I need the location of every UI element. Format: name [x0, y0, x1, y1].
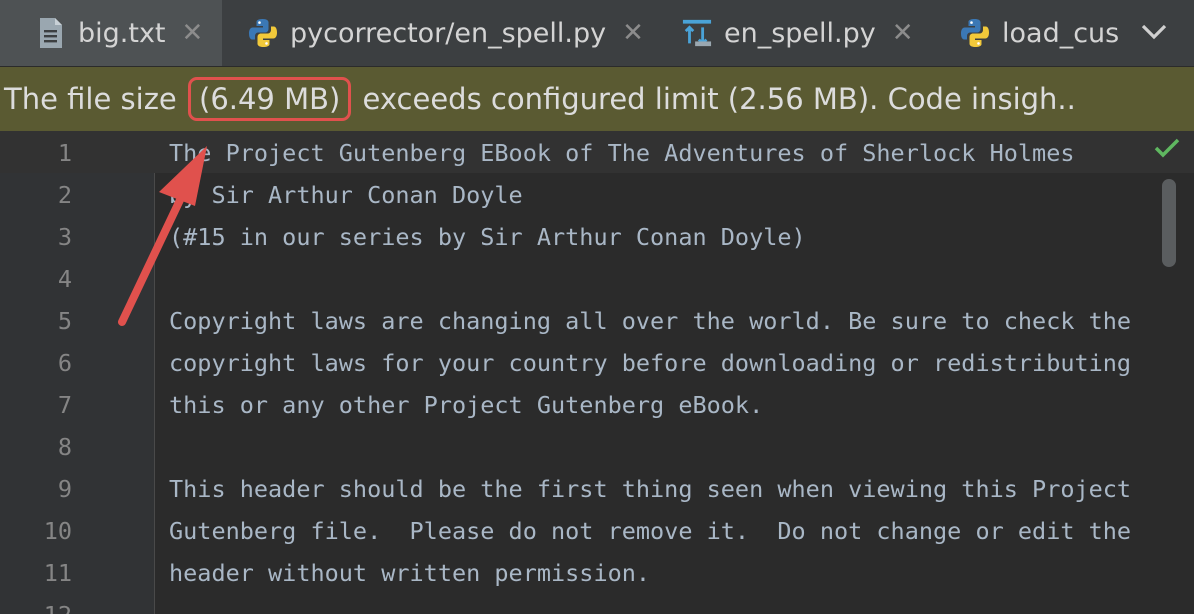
- line-number: 5: [57, 307, 72, 335]
- editor-line[interactable]: 4: [0, 257, 1194, 299]
- line-number: 4: [57, 265, 72, 293]
- editor-line[interactable]: 9 This header should be the first thing s…: [0, 467, 1194, 509]
- chevron-down-icon[interactable]: [1140, 18, 1168, 50]
- tab-label: load_cus: [1002, 17, 1120, 49]
- line-text: this or any other Project Gutenberg eBoo…: [169, 391, 764, 419]
- banner-suffix: exceeds configured limit (2.56 MB). Code…: [353, 82, 1076, 116]
- line-number: 11: [43, 559, 72, 587]
- line-number: 3: [57, 223, 72, 251]
- close-icon[interactable]: ✕: [622, 18, 644, 48]
- file-size-warning-banner: The file size (6.49 MB) exceeds configur…: [0, 67, 1194, 131]
- editor-tab-bar: big.txt ✕ pycorrector/en_spell.py ✕ en_s…: [0, 0, 1194, 67]
- line-number: 1: [57, 139, 72, 167]
- line-number: 10: [43, 517, 72, 545]
- editor-line[interactable]: 12: [0, 593, 1194, 614]
- checkmark-icon: [1154, 137, 1180, 163]
- tab-load-cus[interactable]: load_cus: [938, 0, 1128, 66]
- editor-line[interactable]: 2 by Sir Arthur Conan Doyle: [0, 173, 1194, 215]
- editor-line[interactable]: 6 copyright laws for your country before …: [0, 341, 1194, 383]
- line-text: The Project Gutenberg EBook of The Adven…: [169, 139, 1075, 167]
- editor-line[interactable]: 5 Copyright laws are changing all over th…: [0, 299, 1194, 341]
- editor-line[interactable]: 3 (#15 in our series by Sir Arthur Conan …: [0, 215, 1194, 257]
- tab-label: big.txt: [78, 17, 166, 49]
- tab-en-spell[interactable]: en_spell.py ✕: [660, 0, 938, 66]
- editor-line[interactable]: 8: [0, 425, 1194, 467]
- banner-prefix: The file size: [4, 82, 186, 116]
- line-number: 8: [57, 433, 72, 461]
- line-number: 12: [0, 601, 72, 614]
- text-file-icon: [36, 17, 66, 49]
- line-text: by Sir Arthur Conan Doyle: [169, 181, 523, 209]
- file-size-highlight: (6.49 MB): [188, 77, 352, 121]
- tab-pycorrector-en-spell[interactable]: pycorrector/en_spell.py ✕: [222, 0, 660, 66]
- line-number: 9: [57, 475, 72, 503]
- line-text: This header should be the first thing se…: [169, 475, 1132, 503]
- editor-line[interactable]: 11 header without written permission.: [0, 551, 1194, 593]
- banner-file-size: (6.49 MB): [199, 82, 341, 116]
- python-file-icon: [248, 17, 278, 49]
- line-text: copyright laws for your country before d…: [169, 349, 1132, 377]
- close-icon[interactable]: ✕: [892, 18, 914, 48]
- tab-label: en_spell.py: [724, 17, 876, 49]
- line-text: Copyright laws are changing all over the…: [169, 307, 1132, 335]
- editor-line[interactable]: 7 this or any other Project Gutenberg eBo…: [0, 383, 1194, 425]
- close-icon[interactable]: ✕: [182, 18, 204, 48]
- tab-label: pycorrector/en_spell.py: [290, 17, 607, 49]
- python-file-icon: [960, 17, 990, 49]
- code-editor[interactable]: 1 The Project Gutenberg EBook of The Adve…: [0, 131, 1194, 614]
- line-number: 7: [57, 391, 72, 419]
- line-number: 2: [57, 181, 72, 209]
- tab-big-txt[interactable]: big.txt ✕: [0, 0, 222, 66]
- editor-line[interactable]: 10 Gutenberg file. Please do not remove i…: [0, 509, 1194, 551]
- line-text: (#15 in our series by Sir Arthur Conan D…: [169, 223, 806, 251]
- line-text: Gutenberg file. Please do not remove it.…: [169, 517, 1132, 545]
- scrollbar-thumb[interactable]: [1162, 179, 1176, 267]
- diff-icon: [682, 17, 712, 49]
- editor-line[interactable]: 1 The Project Gutenberg EBook of The Adve…: [0, 131, 1194, 173]
- line-number: 6: [57, 349, 72, 377]
- line-text: header without written permission.: [169, 559, 651, 587]
